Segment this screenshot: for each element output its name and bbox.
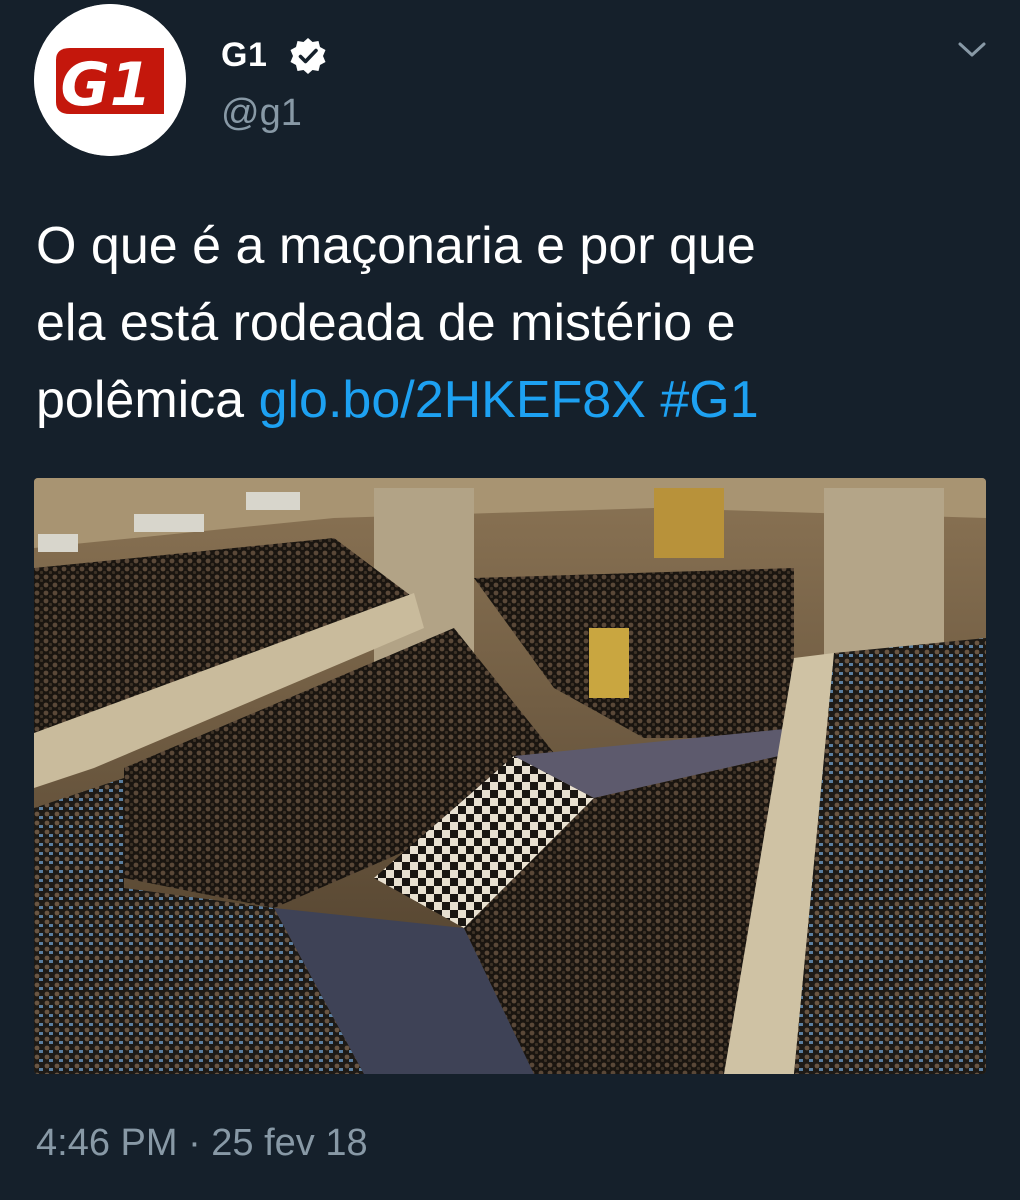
avatar-logo-text: G1 — [61, 50, 152, 120]
tweet-timestamp[interactable]: 4:46 PM · 25 fev 18 — [36, 1122, 368, 1165]
g1-logo: G1 — [34, 4, 186, 156]
user-handle[interactable]: @g1 — [221, 92, 302, 135]
tweet-text: O que é a maçonaria e por que ela está r… — [36, 208, 996, 439]
tweet: G1 G1 @g1 O que é a maçonaria e por que … — [0, 0, 1020, 1200]
display-name[interactable]: G1 — [221, 36, 267, 75]
tweet-text-line: ela está rodeada de mistério e — [36, 294, 736, 352]
tweet-image[interactable] — [34, 478, 986, 1074]
hashtag-link[interactable]: #G1 — [660, 371, 758, 429]
verified-badge-icon — [290, 38, 326, 74]
tweet-text-fragment: polêmica — [36, 371, 259, 429]
tweet-text-line: O que é a maçonaria e por que — [36, 217, 756, 275]
lodge-hall-photo — [34, 478, 986, 1074]
tweet-text-line: polêmica glo.bo/2HKEF8X #G1 — [36, 362, 996, 439]
chevron-down-icon[interactable] — [954, 34, 990, 64]
tweet-link[interactable]: glo.bo/2HKEF8X — [259, 371, 646, 429]
avatar[interactable]: G1 — [34, 4, 186, 156]
